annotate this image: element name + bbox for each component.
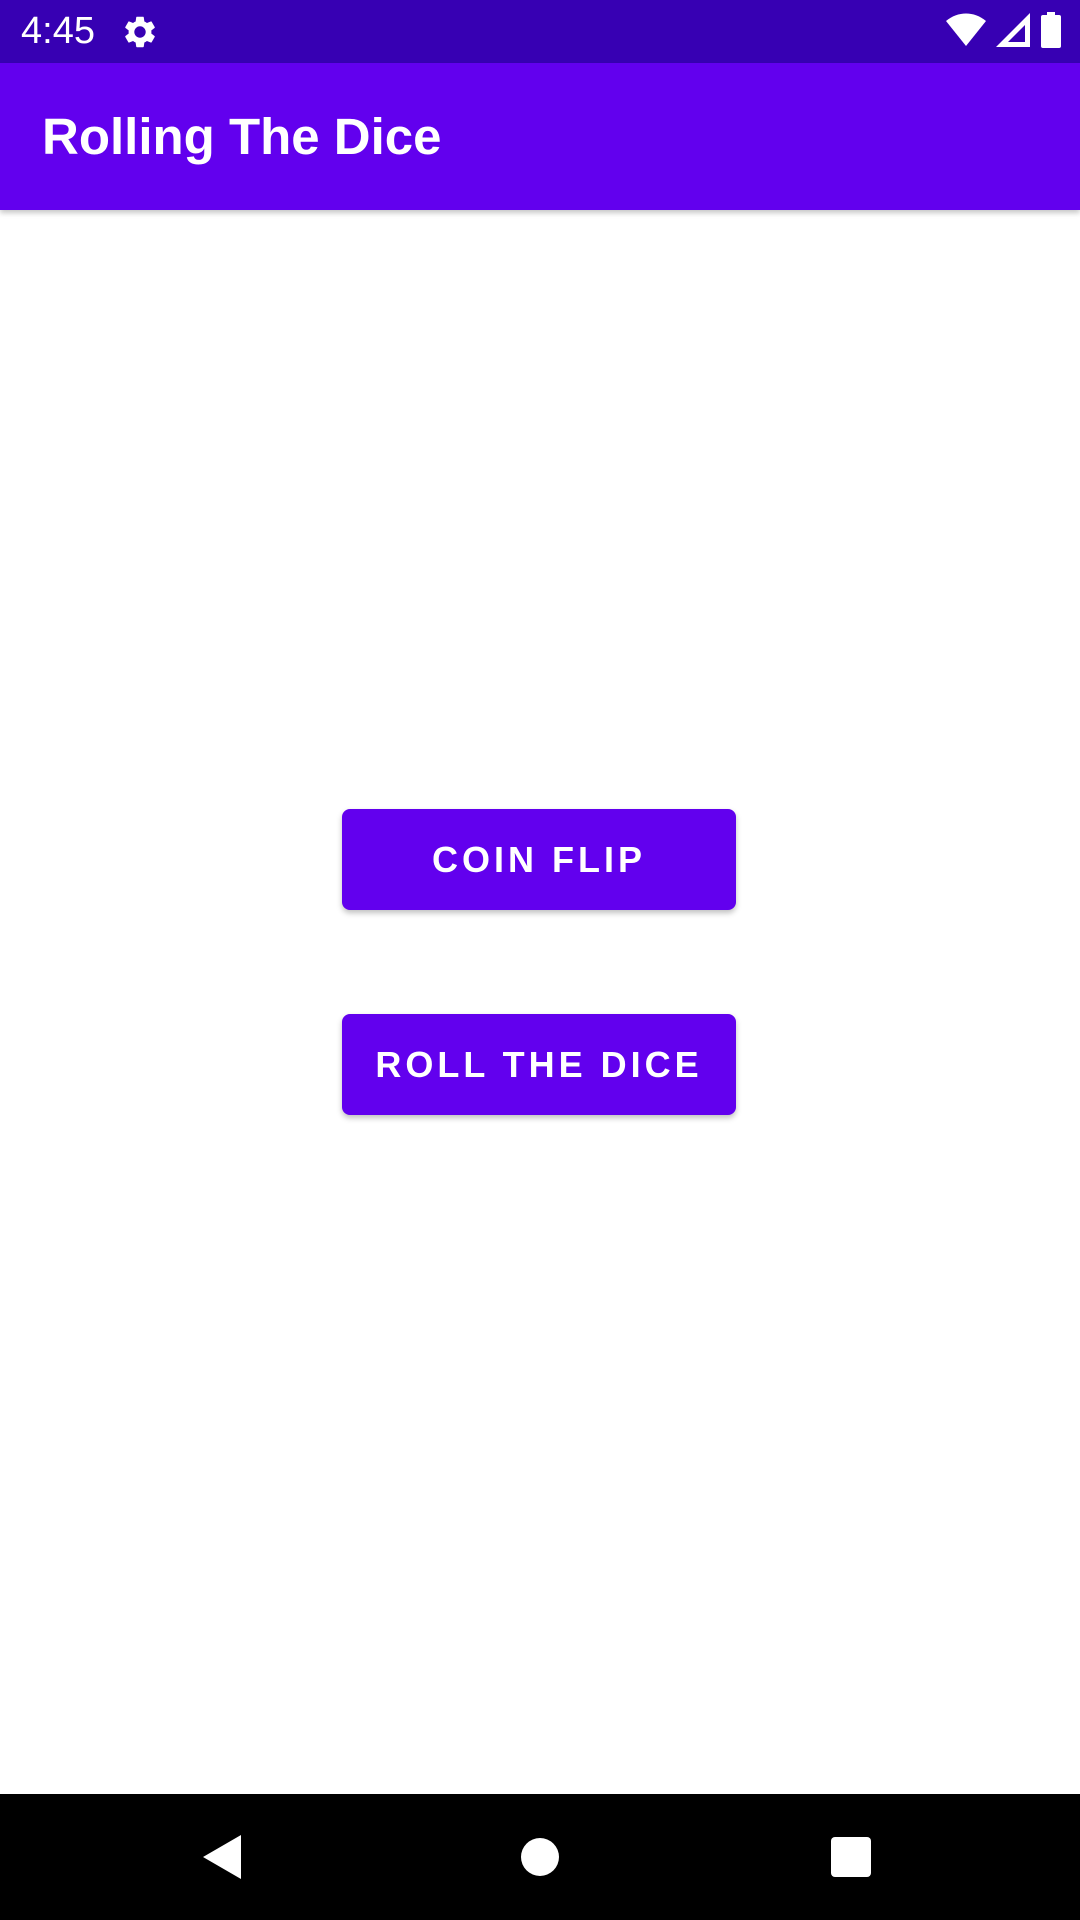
app-title: Rolling The Dice [42,108,442,165]
roll-the-dice-button[interactable]: ROLL THE DICE [342,1014,736,1115]
coin-flip-button[interactable]: COIN FLIP [342,809,736,910]
cell-signal-icon [996,12,1030,52]
recents-icon[interactable] [818,1824,884,1890]
back-icon[interactable] [190,1824,256,1890]
app-bar: Rolling The Dice [0,63,1080,210]
wifi-icon [946,13,986,52]
screen: 4:45 Rolling The Dice COIN FLIP ROLL THE… [0,0,1080,1920]
battery-icon [1040,11,1062,53]
status-bar: 4:45 [0,0,1080,63]
home-icon[interactable] [507,1824,573,1890]
navigation-bar [0,1794,1080,1920]
status-icons [946,11,1062,53]
gear-icon [121,13,159,51]
status-time: 4:45 [21,10,95,52]
